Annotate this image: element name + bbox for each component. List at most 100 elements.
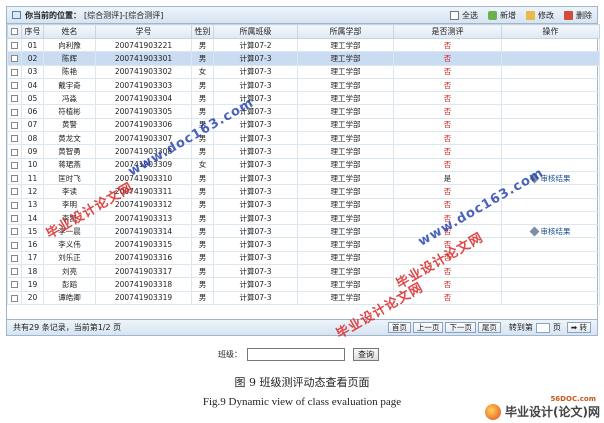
row-checkbox[interactable] xyxy=(7,37,22,53)
row-checkbox[interactable] xyxy=(7,144,22,159)
table-row[interactable]: 19 彭蹈 200741903318 男计算07-3 理工学部否 xyxy=(7,277,600,292)
cell-sex: 男 xyxy=(191,250,214,266)
table-row[interactable]: 16 李义伟 200741903315 男计算07-3 理工学部否 xyxy=(7,237,600,252)
checkbox-icon xyxy=(11,68,18,76)
location-label: 你当前的位置： xyxy=(25,10,81,20)
row-checkbox[interactable] xyxy=(7,117,22,133)
review-result-link[interactable]: 审核结果 xyxy=(529,174,571,184)
table-row[interactable]: 14 李凯 200741903313 男计算07-3 理工学部否 xyxy=(7,210,600,226)
cell-sid: 200741903318 xyxy=(95,277,192,292)
table-row[interactable]: 18 刘亮 200741903317 男计算07-3 理工学部否 xyxy=(7,264,600,279)
pagination-bar: 共有29 条记录，当前第1/2 页 首页 上一页 下一页 尾页 转到第 页 ➡ … xyxy=(7,319,597,335)
checkbox-icon xyxy=(11,121,18,129)
cell-sid: 200741903312 xyxy=(95,197,192,212)
row-checkbox[interactable] xyxy=(7,51,22,66)
row-checkbox[interactable] xyxy=(7,290,22,305)
cell-sid: 200741903221 xyxy=(95,37,192,53)
cell-name: 冯淼 xyxy=(43,91,96,106)
cell-sex: 男 xyxy=(191,51,214,66)
cell-class: 计算07-3 xyxy=(213,170,298,186)
cell-sex: 男 xyxy=(191,77,214,93)
table-row[interactable]: 10 蒋珺燕 200741903309 女计算07-3 理工学部否 xyxy=(7,157,600,172)
prev-page-button[interactable]: 上一页 xyxy=(412,322,444,333)
cell-evaluated: 否 xyxy=(393,104,502,119)
cell-sid: 200741903302 xyxy=(95,64,192,79)
table-row[interactable]: 17 刘乐正 200741903316 男计算07-3 理工学部否 xyxy=(7,250,600,266)
row-checkbox[interactable] xyxy=(7,104,22,119)
cell-name: 黄警 xyxy=(43,117,96,133)
row-checkbox[interactable] xyxy=(7,157,22,172)
cell-evaluated: 否 xyxy=(393,264,502,279)
review-result-link[interactable]: 审核结果 xyxy=(529,227,571,237)
cell-sid: 200741903317 xyxy=(95,264,192,279)
row-checkbox[interactable] xyxy=(7,91,22,106)
next-page-button[interactable]: 下一页 xyxy=(445,322,476,333)
row-checkbox[interactable] xyxy=(7,197,22,212)
row-checkbox[interactable] xyxy=(7,250,22,266)
top-bar: 你当前的位置： [综合测评]-[综合测评] 全选 新增 修改 删除 xyxy=(7,7,597,24)
table-row[interactable]: 03 陈艳 200741903302 女计算07-3 理工学部否 xyxy=(7,64,600,79)
row-checkbox[interactable] xyxy=(7,77,22,93)
row-checkbox[interactable] xyxy=(7,277,22,292)
query-button[interactable]: 查询 xyxy=(353,348,379,361)
cell-sid: 200741903309 xyxy=(95,157,192,172)
cell-sex: 男 xyxy=(191,224,214,239)
table-row[interactable]: 01 向利豫 200741903221 男计算07-2 理工学部否 xyxy=(7,37,600,53)
breadcrumb: [综合测评]-[综合测评] xyxy=(84,10,164,20)
table-row[interactable]: 07 黄警 200741903306 男计算07-3 理工学部否 xyxy=(7,117,600,133)
row-action xyxy=(501,264,600,279)
row-checkbox[interactable] xyxy=(7,64,22,79)
row-checkbox[interactable] xyxy=(7,184,22,199)
cell-evaluated: 否 xyxy=(393,224,502,239)
cell-no: 08 xyxy=(21,131,44,146)
row-checkbox[interactable] xyxy=(7,224,22,239)
goto-page-input[interactable] xyxy=(535,322,550,333)
last-page-button[interactable]: 尾页 xyxy=(477,322,501,333)
cell-no: 19 xyxy=(21,277,44,292)
table-row[interactable]: 02 陈辉 200741903301 男计算07-3 理工学部否 xyxy=(7,51,600,66)
add-button[interactable]: 新增 xyxy=(488,10,516,21)
table-row[interactable]: 04 戴宇奇 200741903303 男计算07-3 理工学部否 xyxy=(7,77,600,93)
cell-name: 戴宇奇 xyxy=(43,77,96,93)
cell-evaluated: 否 xyxy=(393,277,502,292)
cell-sex: 男 xyxy=(191,131,214,146)
class-search-input[interactable] xyxy=(247,348,345,361)
header-checkbox[interactable] xyxy=(7,24,22,39)
table-row[interactable]: 06 符植彬 200741903305 男计算07-3 理工学部否 xyxy=(7,104,600,119)
cell-no: 20 xyxy=(21,290,44,305)
delete-button[interactable]: 删除 xyxy=(564,10,592,21)
table-row[interactable]: 08 黄龙文 200741903307 男计算07-3 理工学部否 xyxy=(7,131,600,146)
row-checkbox[interactable] xyxy=(7,237,22,252)
cell-dept: 理工学部 xyxy=(297,250,394,266)
cell-sex: 男 xyxy=(191,91,214,106)
cell-class: 计算07-2 xyxy=(213,37,298,53)
evaluation-panel: 你当前的位置： [综合测评]-[综合测评] 全选 新增 修改 删除 序号 姓名 学号… xyxy=(6,6,600,336)
table-row[interactable]: 05 冯淼 200741903304 男计算07-3 理工学部否 xyxy=(7,91,600,106)
row-checkbox[interactable] xyxy=(7,210,22,226)
cell-class: 计算07-3 xyxy=(213,144,298,159)
row-checkbox[interactable] xyxy=(7,264,22,279)
cell-sid: 200741903310 xyxy=(95,170,192,186)
checkbox-icon xyxy=(11,108,18,116)
select-all-button[interactable]: 全选 xyxy=(450,10,478,21)
table-row[interactable]: 09 黄智勇 200741903308 男计算07-3 理工学部否 xyxy=(7,144,600,159)
cell-dept: 理工学部 xyxy=(297,37,394,53)
cell-sid: 200741903307 xyxy=(95,131,192,146)
row-action xyxy=(501,184,600,199)
go-button[interactable]: ➡ 转 xyxy=(566,322,591,333)
table-row[interactable]: 12 李读 200741903311 男计算07-3 理工学部否 xyxy=(7,184,600,199)
row-checkbox[interactable] xyxy=(7,131,22,146)
table-row[interactable]: 11 匡时飞 200741903310 男计算07-3 理工学部是 审核结果 xyxy=(7,170,600,186)
table-row[interactable]: 15 李一晨 200741903314 男计算07-3 理工学部否 审核结果 xyxy=(7,224,600,239)
table-row[interactable]: 20 谭皓卿 200741903319 男计算07-3 理工学部否 xyxy=(7,290,600,305)
cell-dept: 理工学部 xyxy=(297,157,394,172)
row-action xyxy=(501,91,600,106)
cell-sid: 200741903314 xyxy=(95,224,192,239)
cell-dept: 理工学部 xyxy=(297,264,394,279)
cell-evaluated: 否 xyxy=(393,210,502,226)
row-checkbox[interactable] xyxy=(7,170,22,186)
table-row[interactable]: 13 李明 200741903312 男计算07-3 理工学部否 xyxy=(7,197,600,212)
checkbox-icon xyxy=(11,281,18,289)
edit-button[interactable]: 修改 xyxy=(526,10,554,21)
first-page-button[interactable]: 首页 xyxy=(387,322,411,333)
